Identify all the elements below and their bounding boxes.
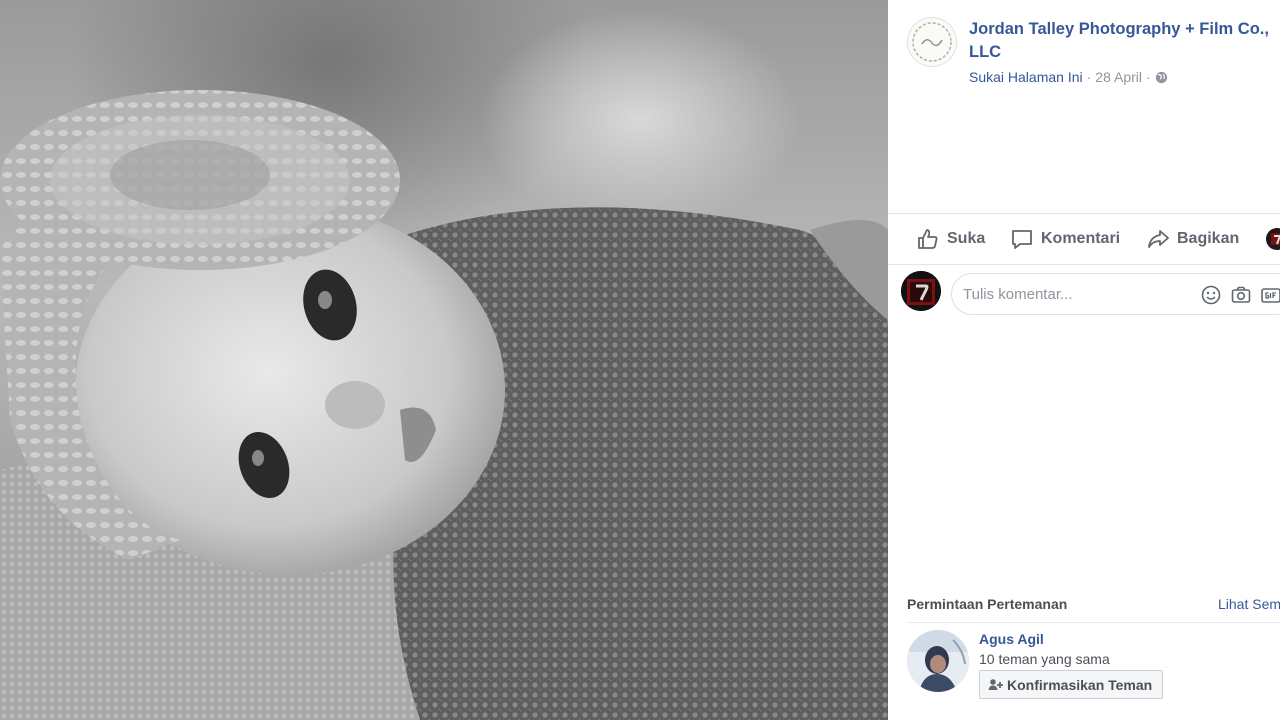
confirm-friend-label: Konfirmasikan Teman (1007, 676, 1153, 693)
thumbs-up-icon (918, 229, 938, 249)
page-name-link[interactable]: Jordan Talley Photography + Film Co., LL… (969, 18, 1269, 64)
camera-icon[interactable] (1230, 284, 1252, 306)
post-side-panel: Jordan Talley Photography + Film Co., LL… (888, 0, 1280, 720)
gif-icon[interactable] (1260, 284, 1280, 306)
profile-photo (907, 630, 969, 692)
meta-separator: · (1086, 69, 1092, 85)
page-logo-icon (912, 22, 952, 62)
friend-request-name[interactable]: Agus Agil (979, 631, 1044, 647)
comment-button[interactable]: Komentari (1010, 226, 1120, 252)
page-avatar[interactable] (907, 17, 957, 67)
share-label: Bagikan (1177, 230, 1240, 247)
divider (907, 622, 1280, 623)
see-all-link[interactable]: Lihat Sem (1218, 596, 1280, 612)
post-date[interactable]: 28 April (1095, 69, 1142, 85)
emoji-icon[interactable] (1200, 284, 1222, 306)
post-meta: Sukai Halaman Ini · 28 April · (969, 69, 1168, 85)
post-photo[interactable] (0, 0, 888, 720)
confirm-friend-button[interactable]: Konfirmasikan Teman (979, 670, 1164, 699)
like-page-link[interactable]: Sukai Halaman Ini (969, 69, 1083, 85)
comment-input[interactable] (963, 285, 1183, 303)
share-button[interactable]: Bagikan (1146, 226, 1239, 252)
comment-composer[interactable] (951, 273, 1280, 315)
friend-requests-title: Permintaan Pertemanan (907, 596, 1068, 612)
commenter-avatar[interactable] (901, 271, 941, 311)
user-avatar-icon (1266, 228, 1280, 250)
meta-separator: · (1146, 69, 1151, 85)
mutual-friends-count[interactable]: 10 teman yang sama (979, 651, 1110, 667)
friend-request-avatar[interactable] (907, 630, 969, 692)
like-label: Suka (947, 230, 986, 247)
share-arrow-icon (1148, 230, 1169, 248)
comment-icon (1012, 230, 1032, 249)
post-as-avatar-selector[interactable] (1265, 226, 1280, 252)
baby-photo-illustration (0, 90, 888, 720)
user-avatar-icon (901, 271, 941, 311)
globe-icon[interactable] (1155, 71, 1168, 84)
comment-label: Komentari (1041, 230, 1121, 247)
like-button[interactable]: Suka (916, 226, 985, 252)
add-friend-icon (988, 679, 1003, 690)
post-action-bar: Suka Komentari Bagikan (888, 213, 1280, 265)
